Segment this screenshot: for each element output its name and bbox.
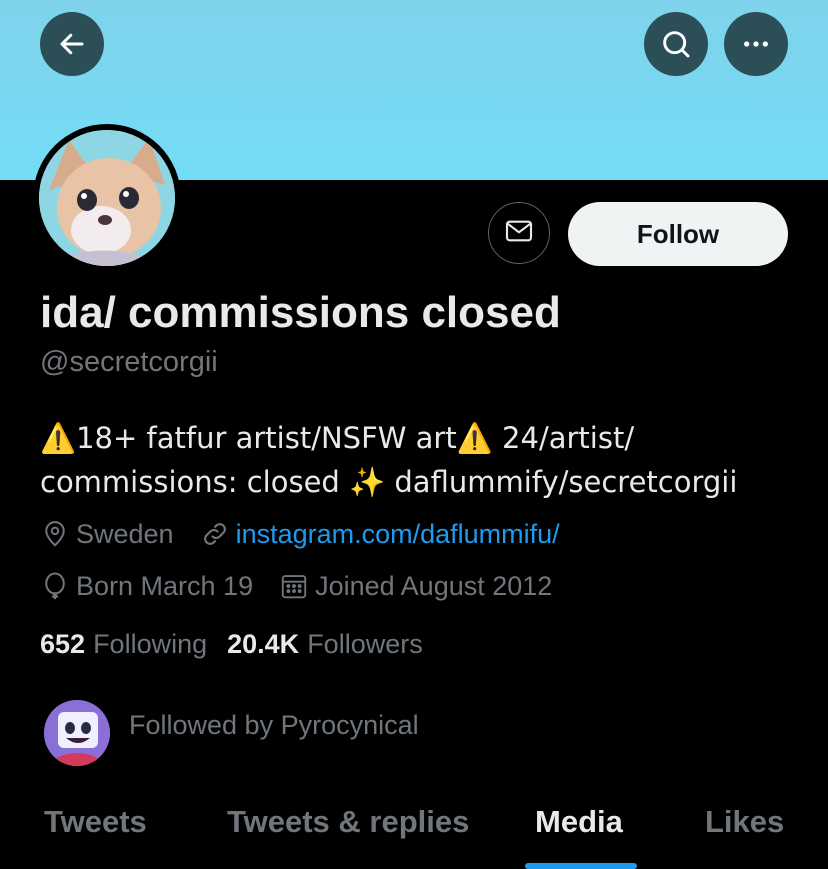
tab-tweets-replies[interactable]: Tweets & replies xyxy=(227,804,469,840)
avatar-image xyxy=(39,130,175,266)
arrow-left-icon xyxy=(57,29,87,59)
followers-link[interactable]: 20.4K Followers xyxy=(227,629,423,660)
following-count: 652 xyxy=(40,628,86,659)
profile-bio: ⚠️18+ fatfur artist/NSFW art⚠️ 24/artist… xyxy=(40,416,800,504)
balloon-icon xyxy=(40,571,70,601)
profile-page: Follow ida/ commissions closed @secretco… xyxy=(0,0,828,869)
joined-text: Joined August 2012 xyxy=(315,570,553,601)
bio-line-2: commissions: closed ✨ daflummify/secretc… xyxy=(40,465,738,499)
location-pin-icon xyxy=(40,519,70,549)
search-icon xyxy=(660,28,692,60)
user-handle: @secretcorgii xyxy=(40,346,218,378)
back-button[interactable] xyxy=(40,12,104,76)
message-button[interactable] xyxy=(488,202,550,264)
tab-likes[interactable]: Likes xyxy=(705,804,784,840)
birthday-joined-row: Born March 19 Joined August 2012 xyxy=(40,566,552,606)
followed-by-avatar[interactable] xyxy=(44,700,110,766)
website-link[interactable]: instagram.com/daflummifu/ xyxy=(236,519,560,550)
profile-avatar[interactable] xyxy=(33,124,181,272)
location-website-row: Sweden instagram.com/daflummifu/ xyxy=(40,514,560,554)
followers-label: Followers xyxy=(307,628,423,659)
followed-by-text[interactable]: Followed by Pyrocynical xyxy=(129,710,419,741)
followers-count: 20.4K xyxy=(227,628,300,659)
tab-tweets[interactable]: Tweets xyxy=(44,804,147,840)
bio-line-1: ⚠️18+ fatfur artist/NSFW art⚠️ 24/artist… xyxy=(40,421,635,455)
more-button[interactable] xyxy=(724,12,788,76)
profile-tabs: Tweets Tweets & replies Media Likes xyxy=(0,790,828,869)
location-text: Sweden xyxy=(76,518,174,549)
display-name: ida/ commissions closed xyxy=(40,288,561,337)
birthday-text: Born March 19 xyxy=(76,570,254,601)
follow-counts: 652 Following 20.4K Followers xyxy=(40,624,423,664)
more-horizontal-icon xyxy=(740,28,772,60)
calendar-icon xyxy=(279,571,309,601)
envelope-icon xyxy=(503,215,535,252)
following-label: Following xyxy=(93,628,208,659)
follow-button[interactable]: Follow xyxy=(568,202,788,266)
link-icon xyxy=(200,519,230,549)
following-link[interactable]: 652 Following xyxy=(40,629,207,660)
active-tab-indicator xyxy=(525,863,637,869)
tab-media[interactable]: Media xyxy=(535,804,623,840)
search-button[interactable] xyxy=(644,12,708,76)
